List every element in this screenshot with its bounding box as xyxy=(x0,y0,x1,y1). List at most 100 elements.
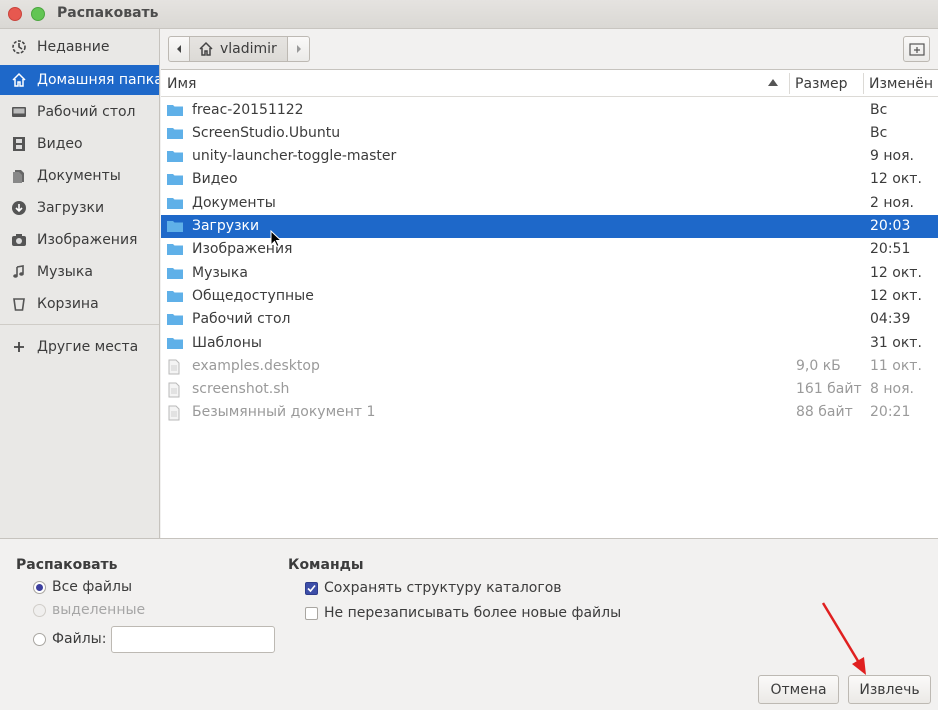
file-name: Рабочий стол xyxy=(192,311,291,328)
sidebar-item-documents[interactable]: Документы xyxy=(0,161,159,191)
path-back-button[interactable] xyxy=(168,36,190,62)
file-list[interactable]: Имя Размер Изменён freac-20151122 Вс Scree… xyxy=(161,69,938,538)
file-row[interactable]: ScreenStudio.Ubuntu Вс xyxy=(161,121,938,144)
column-name[interactable]: Имя xyxy=(167,70,787,97)
sidebar-item-video[interactable]: Видео xyxy=(0,129,159,159)
file-name-cell: ScreenStudio.Ubuntu xyxy=(167,121,787,144)
close-window-button[interactable] xyxy=(8,7,22,21)
file-name: Музыка xyxy=(192,264,248,281)
folder-icon xyxy=(167,103,183,117)
file-name: screenshot.sh xyxy=(192,381,290,398)
file-modified-cell: 12 окт. xyxy=(870,287,922,304)
sidebar-separator xyxy=(0,324,159,325)
column-size[interactable]: Размер xyxy=(795,70,865,97)
sidebar-item-label: Загрузки xyxy=(37,200,105,216)
sidebar-item-trash[interactable]: Корзина xyxy=(0,289,159,319)
file-size-cell xyxy=(796,261,866,284)
sidebar-item-other-places[interactable]: Другие места xyxy=(0,332,159,362)
path-bar: vladimir xyxy=(168,36,310,62)
checkmark-icon xyxy=(307,584,316,592)
folder-icon xyxy=(167,126,183,140)
file-row[interactable]: Безымянный документ 1 88 байт 20:21 xyxy=(161,401,938,424)
path-current-label: vladimir xyxy=(220,41,277,57)
file-row[interactable]: unity-launcher-toggle-master 9 ноя. xyxy=(161,145,938,168)
file-name-cell: Документы xyxy=(167,191,787,214)
window-title: Распаковать xyxy=(57,5,159,21)
file-name: Загрузки xyxy=(192,218,260,234)
file-size-cell: 9,0 кБ xyxy=(796,357,841,374)
sidebar-item-recent[interactable]: Недавние xyxy=(0,32,159,62)
file-row[interactable]: Видео 12 окт. xyxy=(161,168,938,191)
sidebar-item-label: Документы xyxy=(37,168,121,184)
sidebar-item-label: Недавние xyxy=(37,39,110,55)
folder-icon xyxy=(167,196,183,210)
files-pattern-input[interactable] xyxy=(111,626,275,653)
radio-all-files[interactable]: Все файлы xyxy=(33,579,132,595)
folder-icon xyxy=(167,172,183,186)
file-row[interactable]: Шаблоны 31 окт. xyxy=(161,331,938,354)
file-row[interactable]: freac-20151122 Вс xyxy=(161,98,938,121)
checkbox-indicator[interactable] xyxy=(305,606,318,620)
sort-ascending-icon xyxy=(768,79,778,86)
sidebar-item-label: Другие места xyxy=(37,339,139,355)
file-size-cell xyxy=(796,284,866,307)
sidebar-item-desktop[interactable]: Рабочий стол xyxy=(0,97,159,127)
file-name-cell: Музыка xyxy=(167,261,787,284)
maximize-window-button[interactable] xyxy=(31,7,45,21)
file-name-cell: Общедоступные xyxy=(167,284,787,307)
file-row[interactable]: Музыка 12 окт. xyxy=(161,261,938,284)
file-size-cell xyxy=(796,191,866,214)
checkbox-no-overwrite[interactable]: Не перезаписывать более новые файлы xyxy=(305,605,621,621)
file-size-cell xyxy=(796,98,866,121)
file-name-cell: screenshot.sh xyxy=(167,378,787,401)
new-folder-button[interactable] xyxy=(903,36,930,62)
recent-icon xyxy=(10,38,28,56)
path-current-button[interactable]: vladimir xyxy=(190,36,288,62)
file-row[interactable]: Документы 2 ноя. xyxy=(161,191,938,214)
new-folder-icon xyxy=(908,43,925,56)
checkbox-keep-structure[interactable]: Сохранять структуру каталогов xyxy=(305,580,562,596)
extract-options-panel: Распаковать Все файлы выделенные Файлы: … xyxy=(0,538,938,710)
file-row[interactable]: Рабочий стол 04:39 xyxy=(161,308,938,331)
file-modified-cell: 20:51 xyxy=(870,241,911,258)
file-size-cell xyxy=(796,215,866,238)
path-forward-button[interactable] xyxy=(288,36,310,62)
sidebar-item-downloads[interactable]: Загрузки xyxy=(0,193,159,223)
radio-all-files-label: Все файлы xyxy=(52,579,133,595)
folder-icon xyxy=(167,289,183,303)
radio-indicator[interactable] xyxy=(33,580,46,594)
file-modified-cell: 20:03 xyxy=(870,218,911,234)
commands-section-title: Команды xyxy=(288,557,364,573)
file-row[interactable]: screenshot.sh 161 байт 8 ноя. xyxy=(161,378,938,401)
folder-icon xyxy=(167,266,183,280)
music-icon xyxy=(10,263,28,281)
cancel-button[interactable]: Отмена xyxy=(758,675,839,704)
file-modified-cell: 04:39 xyxy=(870,311,911,328)
sidebar-item-home[interactable]: Домашняя папка xyxy=(0,65,159,95)
file-size-cell: 88 байт xyxy=(796,404,853,421)
trash-icon xyxy=(10,295,28,313)
extract-button[interactable]: Извлечь xyxy=(848,675,931,704)
radio-files-pattern[interactable]: Файлы: xyxy=(33,631,106,647)
column-modified[interactable]: Изменён xyxy=(869,70,938,97)
checkbox-indicator[interactable] xyxy=(305,581,318,595)
folder-icon xyxy=(167,312,183,326)
sidebar-item-music[interactable]: Музыка xyxy=(0,257,159,287)
file-name: unity-launcher-toggle-master xyxy=(192,148,397,165)
video-icon xyxy=(10,135,28,153)
sidebar-item-label: Корзина xyxy=(37,296,99,312)
radio-files-label: Файлы: xyxy=(52,631,107,647)
title-bar: Распаковать xyxy=(0,0,938,29)
radio-indicator[interactable] xyxy=(33,632,46,646)
file-name-cell: Рабочий стол xyxy=(167,308,787,331)
file-modified-cell: Вс xyxy=(870,101,888,118)
mouse-cursor-icon xyxy=(270,229,283,252)
file-name: Шаблоны xyxy=(192,334,262,351)
file-modified-cell: 8 ноя. xyxy=(870,381,914,398)
folder-icon xyxy=(167,336,183,350)
radio-indicator xyxy=(33,603,46,617)
file-row[interactable]: examples.desktop 9,0 кБ 11 окт. xyxy=(161,354,938,377)
file-row[interactable]: Общедоступные 12 окт. xyxy=(161,284,938,307)
places-sidebar: Недавние Домашняя папка Рабочий стол Вид… xyxy=(0,29,160,538)
sidebar-item-pictures[interactable]: Изображения xyxy=(0,225,159,255)
